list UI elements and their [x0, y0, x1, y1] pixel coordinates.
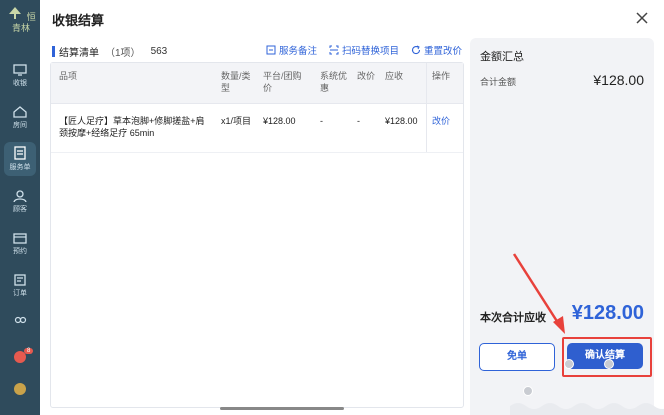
- settlement-list-label: 结算清单: [59, 48, 99, 59]
- table-header: 品项 数量/类型 平台/团购价 系统优惠 改价 应收 操作: [51, 63, 463, 104]
- home-icon: [13, 106, 27, 118]
- nav-rooms[interactable]: 房间: [0, 106, 40, 130]
- settlement-list-code: 563: [150, 46, 168, 57]
- tree-icon: [9, 7, 22, 19]
- nav-booking[interactable]: 预约: [0, 232, 40, 256]
- nav-customers[interactable]: 顾客: [0, 190, 40, 214]
- settlement-list-header: 结算清单 （1项） 563: [52, 44, 167, 59]
- app-sidebar: 恒青林 收银 房间 服务单 顾客 预约 订单 8: [0, 0, 40, 415]
- nav-profile[interactable]: [0, 382, 40, 398]
- close-icon[interactable]: [634, 10, 650, 26]
- item-qty: x1/项目: [221, 116, 252, 126]
- nav-rooms-label: 房间: [13, 122, 27, 129]
- nav-service-orders-label: 服务单: [9, 164, 31, 171]
- highlight-box: [562, 337, 652, 377]
- app-logo: 恒青林: [4, 6, 38, 36]
- col-header-receivable: 应收: [385, 71, 404, 81]
- total-amount-label: 合计金额: [480, 77, 517, 87]
- settlement-table: 品项 数量/类型 平台/团购价 系统优惠 改价 应收 操作 【匠人足疗】草本泡脚…: [50, 62, 464, 408]
- item-name: 【匠人足疗】草本泡脚+修脚搓盐+肩颈按摩+经络足疗 65min: [59, 116, 205, 138]
- order-icon: [14, 274, 26, 286]
- summary-title: 金额汇总: [480, 51, 524, 63]
- scan-replace-label: 扫码替换项目: [341, 46, 399, 57]
- change-price-link[interactable]: 改价: [432, 115, 458, 127]
- monitor-icon: [13, 64, 27, 76]
- table-row: 【匠人足疗】草本泡脚+修脚搓盐+肩颈按摩+经络足疗 65min x1/项目 ¥1…: [51, 104, 463, 153]
- reset-price-label: 重置改价: [423, 46, 462, 57]
- nav-booking-label: 预约: [13, 248, 27, 255]
- item-discount: -: [320, 116, 323, 126]
- nav-customers-label: 顾客: [13, 206, 27, 213]
- col-header-price: 平台/团购价: [263, 71, 302, 93]
- nav-orders-label: 订单: [13, 290, 27, 297]
- touch-marker: [523, 386, 533, 396]
- total-amount-value: ¥128.00: [593, 72, 644, 88]
- service-note-button[interactable]: 服务备注: [266, 43, 317, 57]
- note-icon: [266, 45, 276, 55]
- nav-cashier-label: 收银: [13, 80, 27, 87]
- modal-title: 收银结算: [52, 13, 105, 28]
- col-header-discount: 系统优惠: [320, 71, 348, 93]
- touch-marker: [604, 359, 614, 369]
- avatar-icon: [14, 383, 26, 395]
- service-note-label: 服务备注: [278, 46, 317, 57]
- col-header-op: 操作: [432, 71, 451, 81]
- summary-panel: 金额汇总 合计金额 ¥128.00 本次合计应收 ¥128.00 免单 确认结算: [470, 38, 654, 415]
- home-indicator: [220, 407, 344, 410]
- item-price: ¥128.00: [263, 116, 296, 126]
- scan-replace-button[interactable]: 扫码替换项目: [329, 43, 399, 57]
- staff-icon: [14, 316, 27, 324]
- user-icon: [13, 190, 27, 202]
- free-order-button[interactable]: 免单: [479, 343, 555, 371]
- nav-cashier[interactable]: 收银: [0, 64, 40, 88]
- nav-badge: 8: [24, 348, 34, 354]
- nav-orders[interactable]: 订单: [0, 274, 40, 298]
- col-header-qty: 数量/类型: [221, 71, 251, 93]
- list-actions: 服务备注 扫码替换项目 重置改价: [266, 43, 462, 57]
- checkout-modal: 收银结算 结算清单 （1项） 563 服务备注 扫码替换项目 重置改价 品项 数…: [40, 0, 664, 415]
- settlement-list-count: （1项）: [105, 48, 141, 59]
- reset-price-button[interactable]: 重置改价: [411, 43, 462, 57]
- touch-marker: [564, 359, 574, 369]
- col-header-adjust: 改价: [357, 71, 376, 81]
- refresh-icon: [411, 45, 421, 55]
- amount-due-label: 本次合计应收: [480, 312, 546, 324]
- calendar-icon: [13, 233, 27, 244]
- col-header-item: 品项: [59, 71, 78, 81]
- nav-service-orders[interactable]: 服务单: [4, 142, 36, 176]
- item-adjust: -: [357, 116, 360, 126]
- list-icon: [14, 146, 26, 160]
- section-marker: [52, 46, 55, 57]
- nav-app[interactable]: [0, 350, 40, 366]
- scan-icon: [329, 45, 339, 55]
- amount-due-value: ¥128.00: [571, 302, 644, 324]
- decorative-wave: [510, 403, 664, 415]
- nav-staff[interactable]: [0, 316, 40, 330]
- item-receivable: ¥128.00: [385, 116, 418, 126]
